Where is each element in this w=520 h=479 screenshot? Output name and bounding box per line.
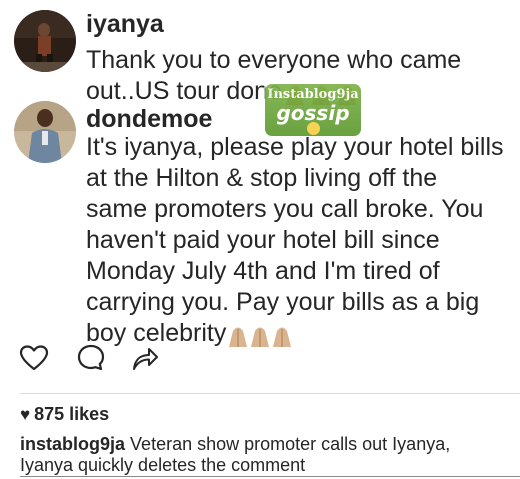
caption-text: Veteran show promoter calls out Iyanya, <box>130 434 451 454</box>
likes-count[interactable]: ♥ 875 likes <box>20 404 109 425</box>
section-divider <box>20 393 520 394</box>
comment-line: at the Hilton & stop living off the <box>86 164 438 192</box>
avatar-iyanya[interactable] <box>14 10 76 72</box>
instagram-post-screenshot: iyanya Thank you to everyone who came ou… <box>0 0 520 479</box>
comment-line: carrying you. Pay your bills as a big <box>86 288 480 316</box>
post-caption: instablog9ja Veteran show promoter calls… <box>20 434 520 476</box>
comment-line: haven't paid your hotel bill since <box>86 226 440 254</box>
heart-icon[interactable] <box>19 343 49 378</box>
share-icon[interactable] <box>130 343 160 378</box>
caption-line-1: instablog9ja Veteran show promoter calls… <box>20 434 520 455</box>
comment-dondemoe: dondemoe It's iyanya, please play your h… <box>0 95 520 348</box>
caption-underline <box>20 476 520 477</box>
comment-line: It's iyanya, please play your hotel bill… <box>86 133 504 161</box>
comment-text: It's iyanya, please play your hotel bill… <box>86 132 504 351</box>
comment-iyanya: iyanya Thank you to everyone who came ou… <box>0 0 520 106</box>
caption-username[interactable]: instablog9ja <box>20 434 125 454</box>
comment-line: Monday July 4th and I'm tired of <box>86 257 440 285</box>
heart-filled-icon: ♥ <box>20 405 31 424</box>
avatar-iyanya-image <box>14 10 76 72</box>
comment-line: same promoters you call broke. You <box>86 195 484 223</box>
avatar-dondemoe[interactable] <box>14 101 76 163</box>
caption-line-2: Iyanya quickly deletes the comment <box>20 455 306 475</box>
comment-username[interactable]: iyanya <box>86 10 164 39</box>
avatar-dondemoe-image <box>14 101 76 163</box>
comment-icon[interactable] <box>76 343 106 378</box>
comment-line: Thank you to everyone who came <box>86 46 462 74</box>
action-bar <box>0 343 520 387</box>
comment-username[interactable]: dondemoe <box>86 105 212 134</box>
likes-text: 875 likes <box>34 404 110 424</box>
